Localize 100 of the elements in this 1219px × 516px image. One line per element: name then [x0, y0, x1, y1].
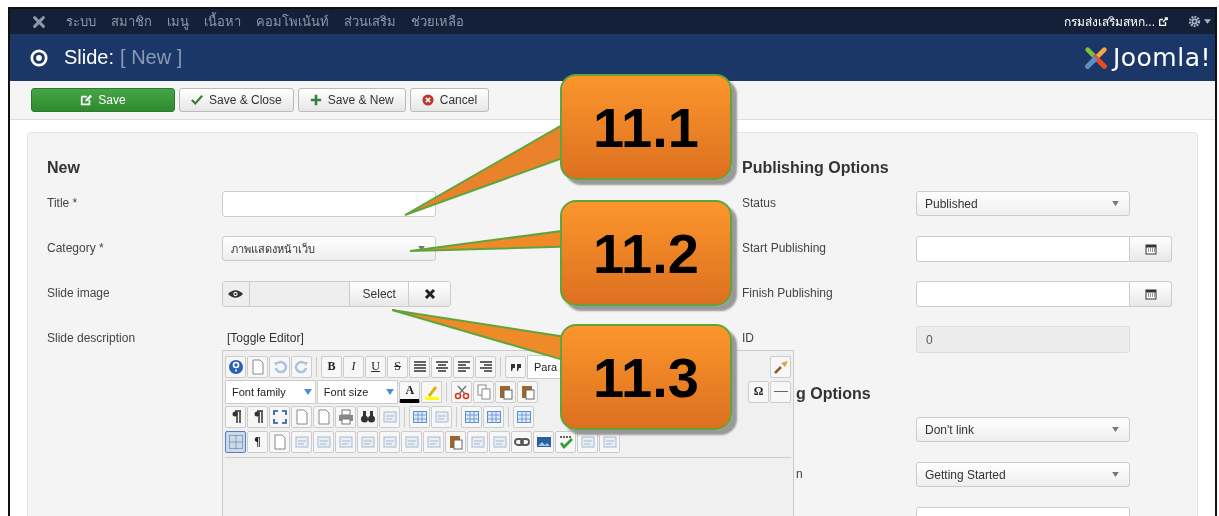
settings-button[interactable]	[1186, 15, 1213, 28]
calendar-button[interactable]	[1130, 281, 1172, 307]
editor-toolbar-button[interactable]	[555, 430, 576, 453]
field-label: Slide image	[47, 285, 111, 300]
site-link[interactable]: กรมส่งเสริมสหก...	[1064, 12, 1168, 31]
editor-toolbar-button[interactable]	[511, 430, 532, 453]
clipboard-icon	[447, 433, 464, 450]
section-heading: g Options	[796, 385, 871, 404]
align-justify-icon	[411, 358, 428, 375]
clipboard-icon	[519, 383, 536, 400]
toolbar-icon	[293, 433, 310, 450]
editor-dropdown[interactable]: Font family	[225, 379, 316, 404]
editor-toolbar-button[interactable]	[533, 430, 554, 453]
caret-icon	[386, 388, 395, 395]
menu-item[interactable]: เนื้อหา	[204, 11, 241, 32]
toolbar-icon	[381, 408, 398, 425]
field-label: Title *	[47, 195, 79, 210]
toolbar-icon	[381, 433, 398, 450]
field-label: Slide description	[47, 330, 137, 345]
page-icon	[271, 433, 288, 450]
editor-toolbar-button[interactable]	[495, 380, 517, 403]
editor-toolbar-button[interactable]	[453, 355, 474, 378]
plus-icon	[309, 94, 322, 106]
table-icon	[411, 408, 428, 425]
target-icon	[30, 48, 48, 67]
format-button[interactable]: Ω	[748, 380, 769, 403]
joomla-icon[interactable]	[32, 14, 46, 29]
grid-icon	[227, 433, 244, 450]
toolbar-icon	[469, 433, 486, 450]
check-icon	[191, 94, 203, 106]
field-label: ID	[742, 331, 754, 345]
toolbar-icon	[491, 433, 508, 450]
toolbar-icon	[425, 433, 442, 450]
toggle-editor-link[interactable]: [Toggle Editor]	[222, 326, 304, 347]
format-button[interactable]: S	[387, 355, 408, 378]
align-center-icon	[433, 358, 450, 375]
field-label: Start Publishing	[742, 241, 827, 255]
page-icon	[293, 408, 310, 425]
field-label: n	[795, 467, 803, 481]
editor-dropdown[interactable]: Font size	[316, 379, 399, 404]
menu-item[interactable]: ระบบ	[66, 11, 96, 32]
logo-text: Joomla!	[1112, 43, 1211, 72]
dropdown[interactable]: Don't link	[916, 417, 1130, 442]
menu-item[interactable]: เมนู	[167, 11, 189, 32]
spellcheck-icon	[557, 433, 574, 450]
settings-icon	[1188, 15, 1201, 28]
help-icon	[227, 358, 244, 375]
toolbar-icon	[601, 433, 618, 450]
page-icon	[249, 358, 266, 375]
editor-toolbar-button[interactable]	[357, 405, 378, 428]
section-heading: New	[47, 159, 80, 178]
menu-item[interactable]: สมาชิก	[111, 11, 152, 32]
title-field[interactable]	[222, 191, 436, 217]
calendar-button[interactable]	[1130, 236, 1172, 262]
field-label: Status	[742, 196, 777, 210]
page-icon	[315, 408, 332, 425]
editor-toolbar-button[interactable]	[431, 355, 452, 378]
save-close-button[interactable]: Save & Close	[179, 88, 294, 112]
editor-toolbar-button[interactable]	[225, 405, 246, 428]
table-icon	[485, 408, 502, 425]
align-right-icon	[477, 358, 494, 375]
caret-icon	[1112, 201, 1119, 206]
text-color-button[interactable]: A	[399, 380, 421, 403]
caret-icon	[1204, 19, 1211, 24]
editor-toolbar-button[interactable]	[770, 380, 791, 403]
save-new-button[interactable]: Save & New	[297, 88, 406, 112]
editor-toolbar-button[interactable]	[445, 430, 466, 453]
format-button[interactable]: U	[365, 355, 386, 378]
menu-item[interactable]: ช่วยเหลือ	[411, 11, 464, 32]
calendar-icon	[1144, 288, 1157, 300]
format-button[interactable]: B	[321, 355, 342, 378]
highlighter-icon	[423, 383, 440, 400]
editor-toolbar-button[interactable]	[475, 355, 496, 378]
dropdown[interactable]: Published	[916, 191, 1130, 216]
dropdown[interactable]: Getting Started	[916, 462, 1130, 487]
date-field[interactable]	[916, 281, 1130, 307]
format-button[interactable]: ¶	[247, 430, 268, 453]
editor-toolbar-button[interactable]	[770, 355, 791, 378]
cancel-button[interactable]: Cancel	[409, 88, 490, 112]
editor-toolbar-button[interactable]	[247, 405, 268, 428]
toolbar-icon	[403, 433, 420, 450]
toolbar-icon	[337, 433, 354, 450]
caret-icon	[1112, 427, 1119, 432]
date-field[interactable]	[916, 236, 1130, 262]
page-title: Slide:	[64, 46, 115, 69]
editor-toolbar-button[interactable]	[225, 355, 246, 378]
redo-arrow-icon	[293, 358, 310, 375]
external-link-icon	[1158, 16, 1168, 27]
menu-item[interactable]: คอมโพเน้นท์	[256, 11, 329, 32]
editor-toolbar-button[interactable]	[517, 380, 539, 403]
callout-label: 11.3	[560, 324, 732, 430]
menu-item[interactable]: ส่วนเสริม	[344, 11, 396, 32]
format-button[interactable]: I	[343, 355, 364, 378]
undo-arrow-icon	[271, 358, 288, 375]
save-button[interactable]: Save	[31, 88, 175, 112]
editor-toolbar-button[interactable]	[505, 355, 526, 378]
category-dropdown[interactable]: ภาพแสดงหน้าเว็บ	[222, 236, 436, 261]
field-label: Category *	[47, 240, 105, 255]
editor-toolbar-button[interactable]	[409, 355, 430, 378]
toolbar-icon	[433, 408, 450, 425]
